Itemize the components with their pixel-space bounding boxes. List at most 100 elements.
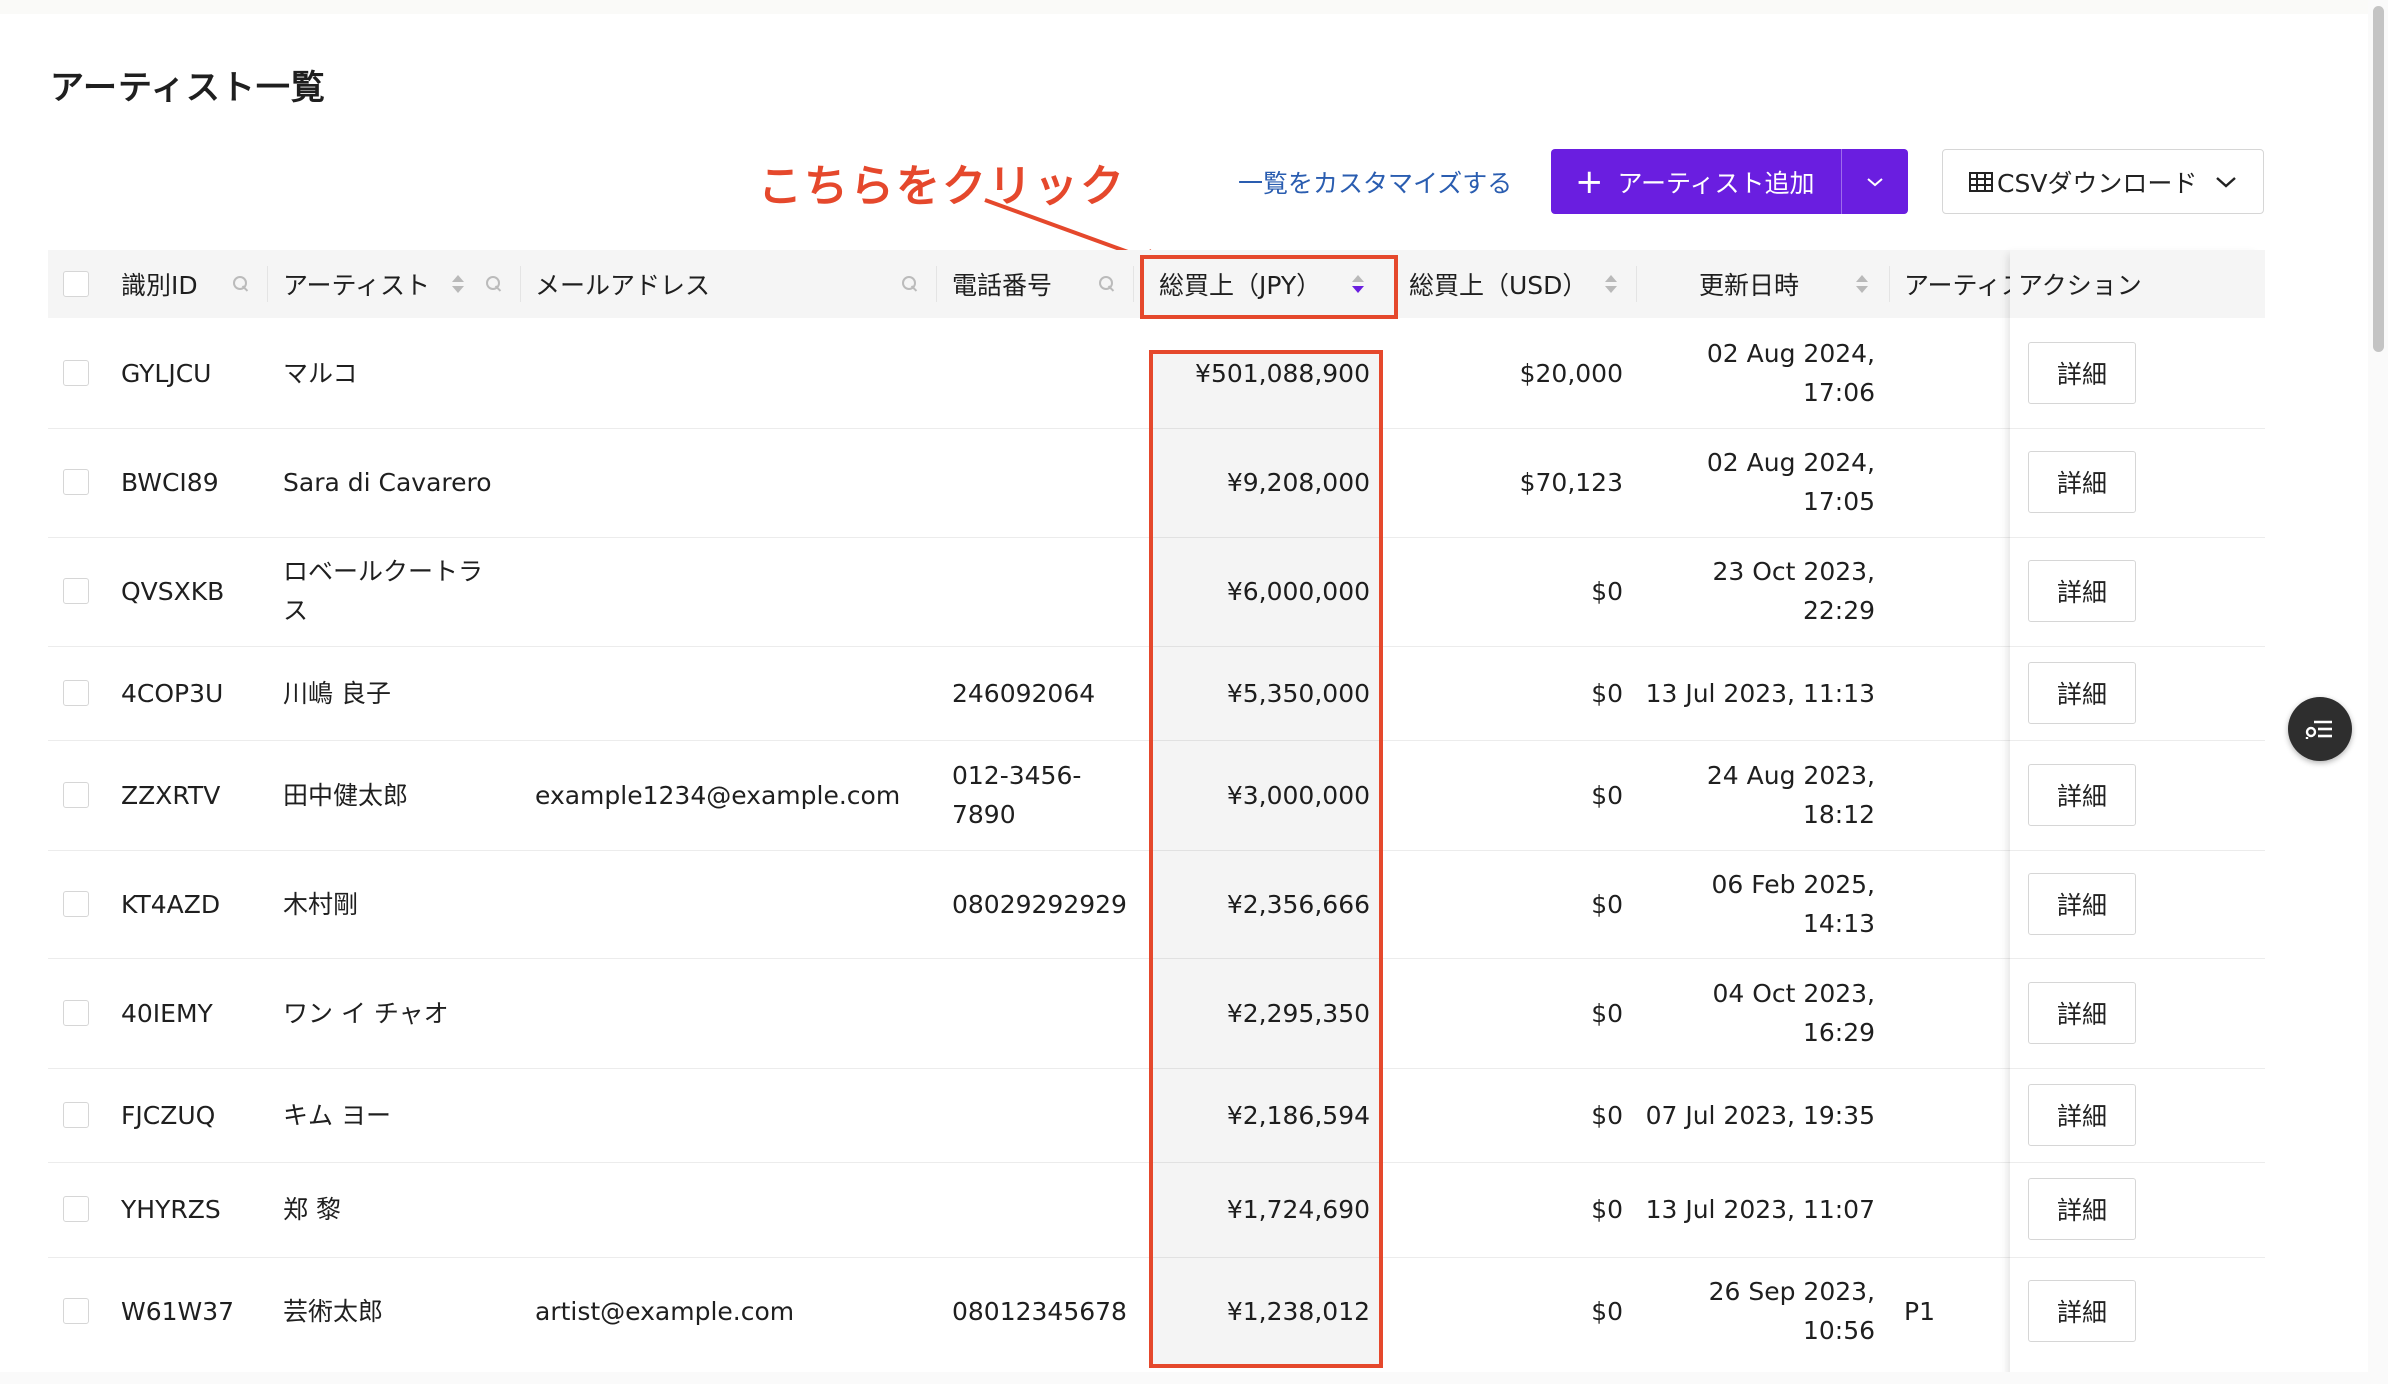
row-artist-extra: P1: [1904, 1296, 1935, 1326]
row-checkbox[interactable]: [63, 469, 89, 495]
row-id: W61W37: [121, 1296, 235, 1326]
header-email-label: メールアドレス: [535, 271, 711, 300]
column-divider: [1636, 266, 1637, 302]
row-checkbox[interactable]: [63, 578, 89, 604]
row-checkbox[interactable]: [63, 680, 89, 706]
sort-icon[interactable]: [452, 275, 464, 295]
column-divider: [1133, 266, 1134, 302]
row-artist-line: ワン イ チャオ: [283, 998, 449, 1028]
page-title: アーティスト一覧: [50, 68, 326, 108]
row-checkbox[interactable]: [63, 1000, 89, 1026]
row-updated: 02 Aug 2024, 17:06: [1645, 334, 1875, 412]
header-total-usd[interactable]: 総買上（USD）: [1409, 250, 1587, 318]
row-updated-line: 14:13: [1802, 909, 1875, 938]
floating-filter-button[interactable]: [2288, 697, 2352, 761]
row-id: ZZXRTV: [121, 780, 221, 810]
row-updated: 23 Oct 2023, 22:29: [1645, 552, 1876, 630]
row-updated-line: 22:29: [1802, 596, 1875, 625]
search-icon[interactable]: [1099, 276, 1115, 292]
row-updated-line: 13 Jul 2023, 11:13: [1645, 678, 1875, 708]
row-updated-line: 13 Jul 2023, 11:07: [1645, 1194, 1875, 1224]
header-artist: アーティスト: [283, 250, 430, 318]
row-total-usd: $0: [1591, 780, 1623, 810]
row-phone: 012-3456- 7890: [952, 756, 1127, 834]
sort-icon[interactable]: [1605, 275, 1617, 295]
row-artist: 木村剛: [283, 885, 515, 924]
row-updated-line: 02 Aug 2024,: [1706, 448, 1875, 477]
column-divider: [520, 266, 521, 302]
row-total-usd: $0: [1591, 1296, 1623, 1326]
row-total-usd: $0: [1591, 678, 1623, 708]
select-all-checkbox[interactable]: [63, 271, 89, 297]
add-artist-button[interactable]: + アーティスト追加: [1551, 149, 1908, 214]
row-updated: 13 Jul 2023, 11:13: [1645, 674, 1875, 713]
row-total-usd: $0: [1591, 998, 1623, 1028]
row-updated: 07 Jul 2023, 19:35: [1645, 1096, 1875, 1135]
row-id: YHYRZS: [121, 1194, 221, 1224]
scrollbar-thumb[interactable]: [2373, 6, 2384, 352]
row-updated-line: 26 Sep 2023,: [1708, 1277, 1875, 1306]
column-divider: [1889, 266, 1890, 302]
header-id-label: 識別ID: [121, 271, 198, 300]
row-updated-line: 10:56: [1802, 1316, 1875, 1345]
highlight-jpy-header: [1140, 255, 1398, 319]
row-updated-line: 16:29: [1802, 1018, 1875, 1047]
search-icon[interactable]: [233, 276, 249, 292]
row-updated-line: 02 Aug 2024,: [1706, 339, 1875, 368]
row-updated-line: 06 Feb 2025,: [1711, 870, 1875, 899]
row-updated: 26 Sep 2023, 10:56: [1645, 1272, 1875, 1350]
row-total-usd: $20,000: [1519, 358, 1623, 388]
row-checkbox[interactable]: [63, 1102, 89, 1128]
row-artist-line: ロベールクートラ: [283, 557, 484, 586]
row-email: artist@example.com: [535, 1296, 795, 1326]
row-artist-line: マルコ: [283, 358, 358, 388]
header-email: メールアドレス: [535, 250, 710, 318]
row-artist-line: ス: [283, 596, 309, 625]
filter-list-icon: [2305, 720, 2332, 739]
row-checkbox[interactable]: [63, 891, 89, 917]
row-id: QVSXKB: [121, 576, 225, 606]
header-artist-extra-label: アーティス: [1904, 271, 2010, 300]
top-band: [0, 0, 2388, 14]
csv-download-label: CSVダウンロード: [1997, 168, 2198, 198]
row-updated: 02 Aug 2024, 17:05: [1645, 443, 1875, 521]
row-phone: 246092064: [952, 674, 1127, 713]
header-artist-extra: アーティス: [1904, 250, 2010, 318]
column-divider: [936, 266, 937, 302]
row-checkbox[interactable]: [63, 360, 89, 386]
row-total-usd: $0: [1591, 576, 1623, 606]
action-column-shadow: [2010, 250, 2265, 1384]
row-artist-line: Sara di Cavarero: [283, 467, 492, 497]
row-phone: 08029292929: [952, 885, 1127, 924]
search-icon[interactable]: [486, 276, 502, 292]
add-artist-dropdown[interactable]: [1842, 176, 1908, 188]
add-artist-label: アーティスト追加: [1617, 168, 1815, 198]
header-updated[interactable]: 更新日時: [1699, 250, 1799, 318]
row-artist-line: 川嶋 良子: [283, 678, 391, 708]
annotation-click-here: こちらをクリック: [758, 161, 1126, 212]
customize-list-link[interactable]: 一覧をカスタマイズする: [1238, 164, 1512, 200]
row-artist: 田中健太郎: [283, 776, 515, 815]
row-artist: Sara di Cavarero: [283, 463, 515, 502]
search-icon[interactable]: [902, 276, 918, 292]
row-id: BWCI89: [121, 467, 219, 497]
row-artist: 郑 黎: [283, 1190, 515, 1229]
add-artist-main[interactable]: + アーティスト追加: [1551, 149, 1841, 214]
row-checkbox[interactable]: [63, 1196, 89, 1222]
row-phone-line: 08029292929: [952, 889, 1127, 919]
sort-icon[interactable]: [1856, 275, 1868, 295]
row-id: 4COP3U: [121, 678, 224, 708]
row-updated-line: 04 Oct 2023,: [1712, 979, 1876, 1008]
header-phone: 電話番号: [952, 250, 1052, 318]
row-checkbox[interactable]: [63, 782, 89, 808]
csv-download-button[interactable]: CSVダウンロード: [1942, 149, 2264, 214]
row-updated-line: 18:12: [1802, 800, 1875, 829]
header-artist-label: アーティスト: [283, 271, 431, 300]
row-email: example1234@example.com: [535, 780, 901, 810]
row-total-usd: $70,123: [1519, 467, 1623, 497]
row-total-usd: $0: [1591, 889, 1623, 919]
row-checkbox[interactable]: [63, 1298, 89, 1324]
row-updated-line: 24 Aug 2023,: [1706, 761, 1875, 790]
row-phone: 08012345678: [952, 1292, 1127, 1331]
header-updated-label: 更新日時: [1699, 271, 1800, 300]
